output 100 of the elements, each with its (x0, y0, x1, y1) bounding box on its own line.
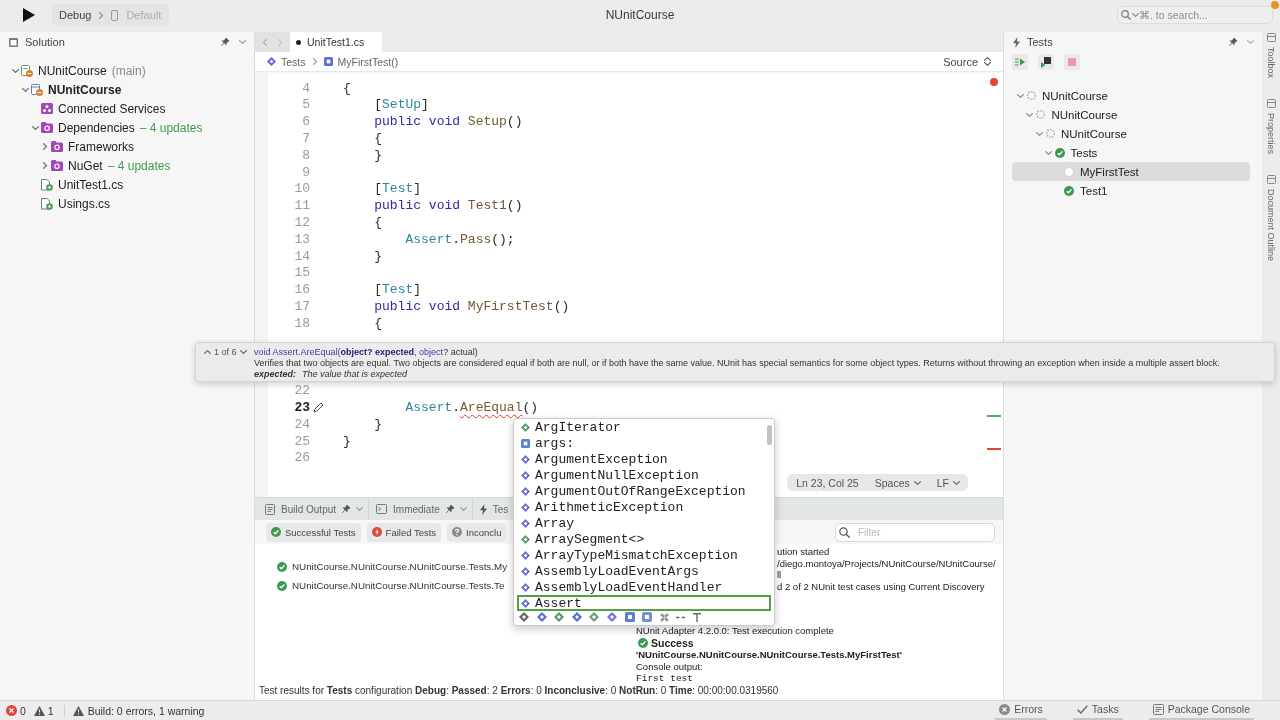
tree-item[interactable]: Frameworks (40, 137, 134, 156)
dash-icon[interactable] (676, 615, 686, 619)
filter-chip[interactable]: Inconclu (447, 522, 507, 542)
test-result-item[interactable]: NUnitCourse.NUnitCourse.NUnitCourse.Tests.My (277, 557, 508, 576)
pad-button[interactable]: Tasks (1072, 700, 1123, 720)
completion-item[interactable]: ArrayTypeMismatchException (517, 547, 740, 563)
chevron-down-icon[interactable] (239, 40, 246, 44)
output-line: Console output: (636, 661, 703, 673)
tree-item[interactable]: Usings.cs (30, 194, 110, 213)
chevron-down-icon[interactable] (1035, 131, 1043, 136)
tree-item[interactable]: Tests (1043, 143, 1098, 162)
line-number: 15 (293, 265, 310, 281)
tree-item[interactable]: UnitTest1.cs (30, 175, 124, 194)
check-icon (1076, 704, 1088, 714)
diamond-icon[interactable] (606, 612, 617, 622)
completion-item[interactable]: ArithmeticException (517, 499, 686, 515)
run-all-icon[interactable] (1012, 54, 1028, 70)
cursor-position: Ln 23, Col 25 (796, 476, 859, 489)
check-circle-icon (277, 580, 287, 591)
side-panel-tab[interactable]: Properties (1266, 99, 1276, 155)
filter-chip[interactable]: Successful Tests (266, 522, 361, 542)
chevron-right-icon[interactable] (43, 143, 47, 150)
filter-field[interactable]: Filter (835, 522, 995, 542)
chevron-right-icon[interactable] (43, 162, 47, 169)
completion-item[interactable]: AssemblyLoadEventArgs (517, 563, 701, 579)
run-button[interactable] (21, 6, 37, 24)
completion-item[interactable]: Assert (517, 595, 771, 611)
run-selected-icon[interactable] (1038, 54, 1054, 70)
pin-icon[interactable] (445, 505, 454, 513)
view-mode-button[interactable]: Source (943, 55, 991, 68)
sidebar-icon (9, 37, 18, 47)
search-field[interactable]: ⌘. to search... (1117, 6, 1273, 24)
pad-button[interactable]: Package Console (1148, 700, 1254, 720)
breadcrumb-item[interactable]: Tests (267, 55, 306, 68)
side-panel-tab[interactable]: Toolbox (1266, 33, 1276, 79)
chevron-down-icon[interactable] (31, 125, 39, 130)
line-number: 17 (293, 299, 310, 315)
code-line: Assert.Pass(); (405, 231, 515, 247)
scrollbar-thumb[interactable] (767, 425, 772, 445)
chevron-down-icon[interactable] (1026, 112, 1033, 117)
tree-item[interactable]: NuGet – 4 updates (40, 156, 171, 175)
tree-item[interactable]: NUnitCourse (1024, 105, 1118, 124)
test-result-item[interactable]: NUnitCourse.NUnitCourse.NUnitCourse.Tests.Te (277, 576, 505, 595)
diamond-icon (521, 422, 530, 432)
tree-item[interactable]: MyFirstTest (1012, 162, 1250, 181)
completion-item[interactable]: args: (517, 435, 576, 451)
diamond-icon[interactable] (571, 612, 582, 622)
next-overload-button[interactable] (239, 349, 247, 354)
line-ending-selector[interactable]: LF (936, 476, 960, 489)
pin-icon[interactable] (1229, 38, 1237, 46)
line-number: 25 (293, 433, 310, 449)
previous-overload-button[interactable] (204, 349, 211, 354)
line-number: 16 (293, 282, 310, 298)
square-icon[interactable] (642, 612, 653, 622)
panel-icon (1266, 99, 1276, 109)
diamond-icon[interactable] (589, 612, 600, 622)
tree-item[interactable]: Test1 (1053, 181, 1108, 200)
pad-button[interactable]: Errors (995, 700, 1047, 720)
network-nodes-icon (41, 103, 53, 114)
warning-icon (72, 705, 84, 716)
pin-icon[interactable] (342, 505, 351, 513)
completion-item[interactable]: ArgumentException (517, 451, 670, 467)
completion-item[interactable]: AssemblyLoadEventHandler (517, 579, 725, 595)
tree-item[interactable]: NUnitCourse (20, 80, 122, 99)
indentation-selector[interactable]: Spaces (874, 476, 921, 489)
completion-item[interactable]: ArgumentNullException (517, 467, 701, 483)
output-line: Success (651, 637, 694, 649)
circle-icon (1064, 166, 1074, 177)
tree-item[interactable]: NUnitCourse (1015, 86, 1108, 105)
diamond-icon[interactable] (536, 612, 547, 622)
chevron-down-icon[interactable] (11, 68, 19, 73)
code-line: } (374, 416, 383, 432)
build-status: Build: 0 errors, 1 warning (87, 704, 205, 717)
chevron-down-icon[interactable] (1045, 150, 1052, 155)
tree-item[interactable]: NUnitCourse (1034, 124, 1127, 143)
completion-item[interactable]: ArgumentOutOfRangeException (517, 483, 748, 499)
diamond-icon[interactable] (519, 612, 529, 622)
tree-item[interactable]: Dependencies – 4 updates (30, 118, 203, 137)
t-shape-icon[interactable] (692, 612, 701, 622)
completion-item[interactable]: ArraySegment<> (517, 531, 647, 547)
configuration-selector[interactable]: Debug (59, 9, 92, 21)
chevron-down-icon (913, 480, 921, 485)
line-number: 13 (293, 231, 310, 247)
chevron-down-icon[interactable] (21, 87, 29, 92)
tree-item[interactable]: Connected Services (30, 99, 166, 118)
tree-item[interactable]: NUnitCourse (main) (10, 61, 146, 80)
completion-item[interactable]: ArgIterator (517, 419, 623, 435)
breadcrumb-item[interactable]: MyFirstTest() (323, 55, 399, 68)
square-icon[interactable] (624, 612, 635, 622)
completion-item[interactable]: Array (517, 515, 576, 531)
filter-chip[interactable]: Failed Tests (366, 522, 442, 542)
diamond-icon (521, 582, 530, 592)
command-icon[interactable] (659, 612, 669, 622)
editor-tab[interactable]: UnitTest1.cs (290, 32, 383, 52)
chevron-right-icon (312, 58, 317, 65)
side-panel-tab[interactable]: Document Outline (1266, 175, 1276, 262)
chevron-down-icon[interactable] (1016, 93, 1024, 98)
diamond-icon[interactable] (554, 612, 565, 622)
pencil-icon[interactable] (313, 401, 324, 413)
pin-icon[interactable] (221, 38, 229, 46)
